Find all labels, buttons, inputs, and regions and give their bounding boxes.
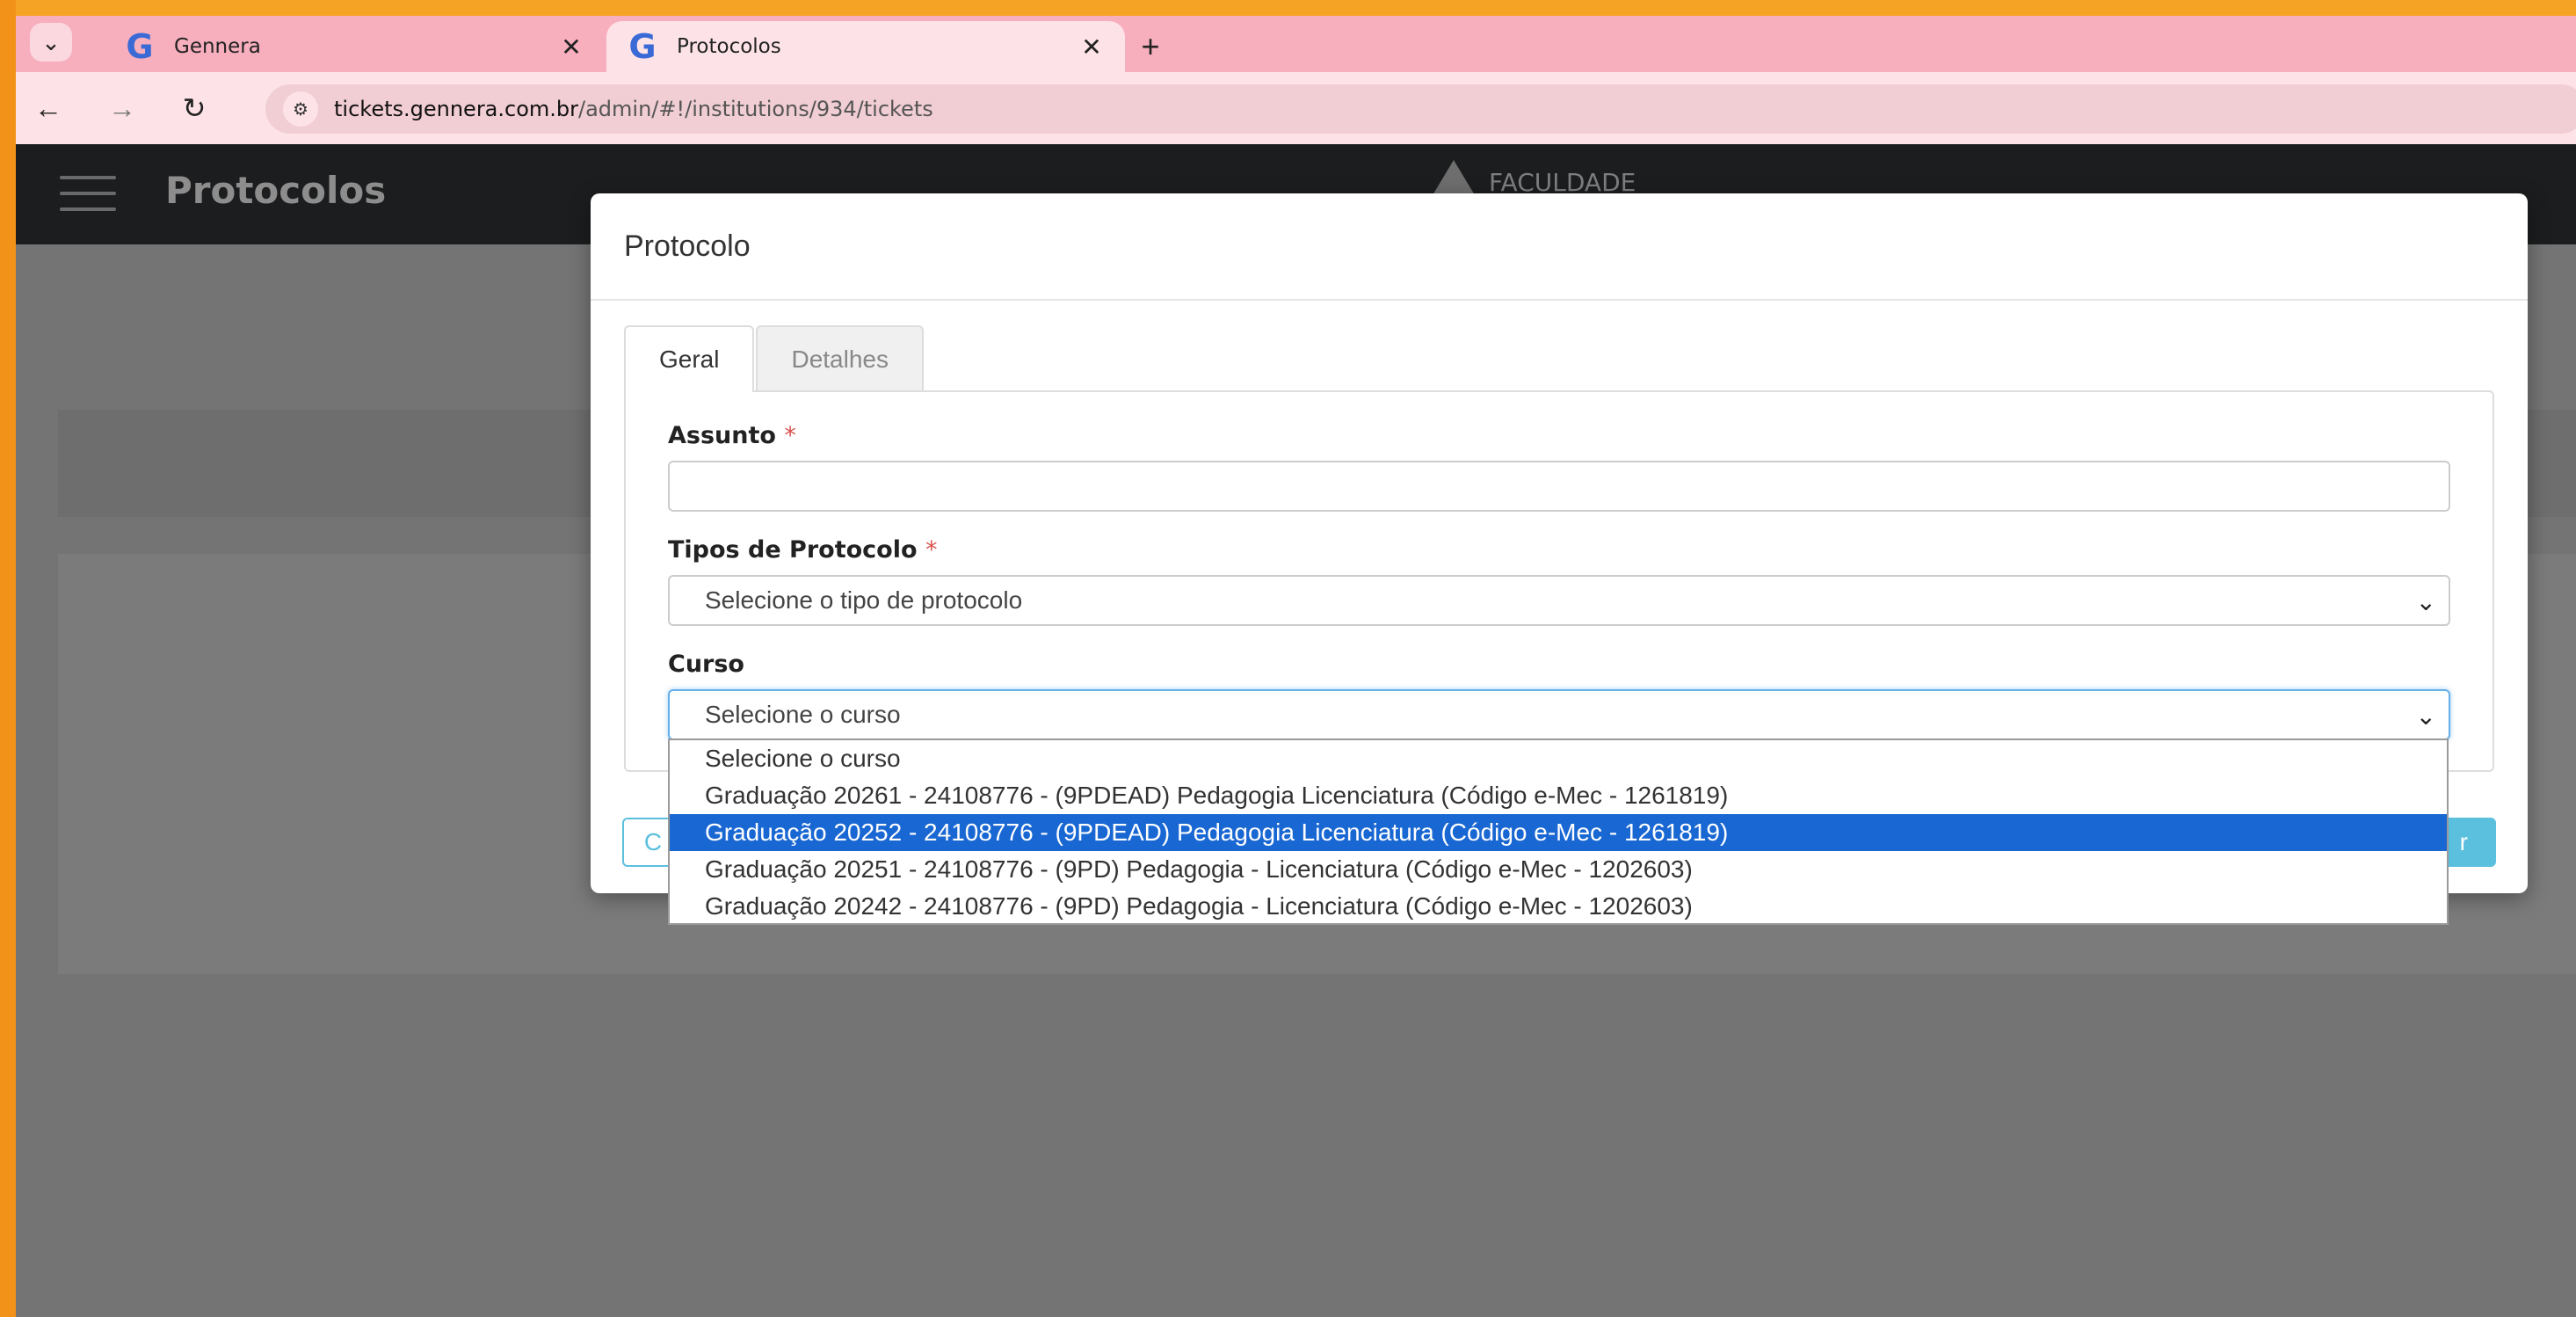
url-text[interactable]: tickets.gennera.com.br/admin/#!/institut… (334, 97, 933, 121)
required-mark: * (925, 536, 938, 564)
chevron-down-icon: ⌄ (2415, 702, 2436, 730)
tipos-protocolo-select[interactable]: Selecione o tipo de protocolo ⌄ (668, 575, 2450, 626)
tab-title: Protocolos (677, 35, 781, 58)
tab-geral[interactable]: Geral (624, 325, 755, 392)
orange-frame-top (0, 0, 2576, 16)
modal-title: Protocolo (624, 229, 751, 263)
tab-title: Gennera (174, 35, 261, 58)
curso-label: Curso (668, 651, 744, 678)
chevron-down-icon: ⌄ (2415, 588, 2436, 615)
assunto-input[interactable] (668, 461, 2450, 512)
dropdown-option[interactable]: Graduação 20242 - 24108776 - (9PD) Pedag… (670, 888, 2447, 925)
browser-tab-gennera[interactable]: G Gennera ✕ (104, 21, 605, 72)
new-tab-button[interactable]: + (1130, 26, 1171, 67)
google-g-icon: G (628, 27, 657, 66)
modal-header: Protocolo (591, 193, 2528, 301)
dropdown-option[interactable]: Selecione o curso (670, 740, 2447, 777)
curso-label-text: Curso (668, 651, 744, 678)
close-icon[interactable]: ✕ (555, 31, 587, 62)
reload-icon[interactable]: ↻ (174, 88, 214, 128)
modal-tabs: Geral Detalhes (624, 325, 924, 392)
dropdown-option[interactable]: Graduação 20261 - 24108776 - (9PDEAD) Pe… (670, 777, 2447, 814)
brand-text: FACULDADE (1489, 167, 1636, 197)
browser-nav-bar: ← → ↻ ⚙ tickets.gennera.com.br/admin/#!/… (16, 72, 2576, 144)
page-title: Protocolos (165, 169, 387, 212)
url-path: /admin/#!/institutions/934/tickets (578, 97, 933, 121)
browser-tab-bar: ⌄ G Gennera ✕ G Protocolos ✕ + (16, 16, 2576, 72)
orange-frame-left (0, 0, 16, 1317)
tipos-protocolo-label-text: Tipos de Protocolo (668, 536, 918, 564)
tab-detalhes[interactable]: Detalhes (756, 325, 924, 392)
tipos-protocolo-value: Selecione o tipo de protocolo (705, 586, 1023, 614)
required-mark: * (784, 422, 796, 449)
assunto-label-text: Assunto (668, 422, 776, 449)
address-bar[interactable]: ⚙ tickets.gennera.com.br/admin/#!/instit… (265, 84, 2576, 134)
site-settings-icon[interactable]: ⚙ (283, 91, 318, 127)
curso-value: Selecione o curso (705, 701, 901, 728)
close-icon[interactable]: ✕ (1076, 31, 1107, 62)
tab-search-button[interactable]: ⌄ (30, 23, 72, 62)
google-g-icon: G (126, 27, 154, 66)
url-host: tickets.gennera.com.br (334, 97, 579, 121)
browser-tab-protocolos[interactable]: G Protocolos ✕ (606, 21, 1125, 72)
curso-dropdown-list: Selecione o curso Graduação 20261 - 2410… (668, 739, 2449, 925)
back-arrow-icon[interactable]: ← (28, 88, 69, 128)
assunto-label: Assunto * (668, 422, 796, 449)
hamburger-menu-icon[interactable] (60, 176, 116, 211)
tipos-protocolo-label: Tipos de Protocolo * (668, 536, 937, 564)
forward-arrow-icon[interactable]: → (102, 88, 142, 128)
dropdown-option[interactable]: Graduação 20251 - 24108776 - (9PD) Pedag… (670, 851, 2447, 888)
chevron-down-icon: ⌄ (41, 28, 61, 55)
tab-panel-geral: Assunto * Tipos de Protocolo * Selecione… (624, 390, 2494, 772)
dropdown-option-selected[interactable]: Graduação 20252 - 24108776 - (9PDEAD) Pe… (670, 814, 2447, 851)
curso-select[interactable]: Selecione o curso ⌄ (668, 689, 2450, 740)
